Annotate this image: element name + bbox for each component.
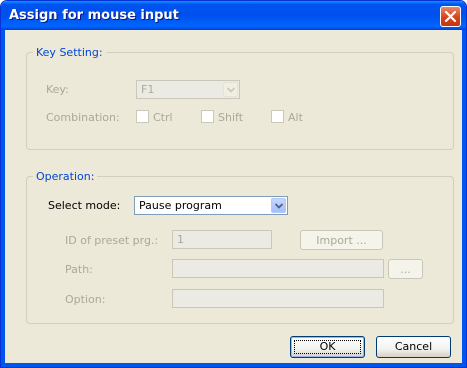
option-field[interactable] [172, 289, 384, 308]
cancel-button[interactable]: Cancel [376, 336, 451, 358]
chevron-down-icon[interactable] [271, 198, 286, 213]
key-select[interactable]: F1 [136, 80, 240, 99]
shift-checkbox[interactable] [201, 110, 214, 123]
alt-label: Alt [288, 111, 303, 124]
ok-button[interactable]: OK [290, 336, 365, 358]
window-frame-left [1, 30, 5, 367]
key-label: Key: [46, 83, 69, 96]
alt-checkbox[interactable] [271, 110, 284, 123]
key-value: F1 [141, 83, 155, 96]
option-label: Option: [65, 293, 106, 306]
window-frame-right [462, 30, 466, 367]
browse-button[interactable]: ... [388, 259, 423, 279]
window-title: Assign for mouse input [9, 8, 179, 23]
preset-id-field[interactable]: 1 [172, 230, 272, 249]
shift-label: Shift [218, 111, 244, 124]
import-button[interactable]: Import ... [300, 230, 383, 250]
ctrl-checkbox[interactable] [136, 110, 149, 123]
import-label: Import ... [316, 234, 367, 247]
title-bar[interactable]: Assign for mouse input [1, 1, 466, 30]
close-button[interactable] [440, 6, 461, 27]
preset-label: ID of preset prg.: [65, 234, 159, 247]
chevron-down-icon[interactable] [223, 82, 238, 97]
mode-value: Pause program [139, 199, 222, 212]
window-frame-bottom [1, 363, 466, 367]
path-field[interactable] [172, 259, 384, 278]
ok-label: OK [319, 340, 336, 353]
select-mode-label: Select mode: [48, 199, 121, 212]
ctrl-label: Ctrl [153, 111, 173, 124]
operation-legend: Operation: [33, 170, 98, 183]
operation-group: Operation: Select mode: Pause program ID… [26, 170, 454, 324]
dialog-window: Assign for mouse input Key Setting: Key:… [0, 0, 467, 368]
key-setting-group: Key Setting: Key: F1 Combination: Ctrl S… [26, 46, 454, 150]
browse-label: ... [400, 263, 411, 276]
preset-id-value: 1 [177, 233, 184, 246]
mode-select[interactable]: Pause program [134, 196, 288, 215]
cancel-label: Cancel [394, 340, 433, 353]
key-setting-legend: Key Setting: [33, 46, 106, 59]
combination-label: Combination: [46, 111, 120, 124]
close-icon [445, 11, 456, 22]
path-label: Path: [65, 263, 93, 276]
